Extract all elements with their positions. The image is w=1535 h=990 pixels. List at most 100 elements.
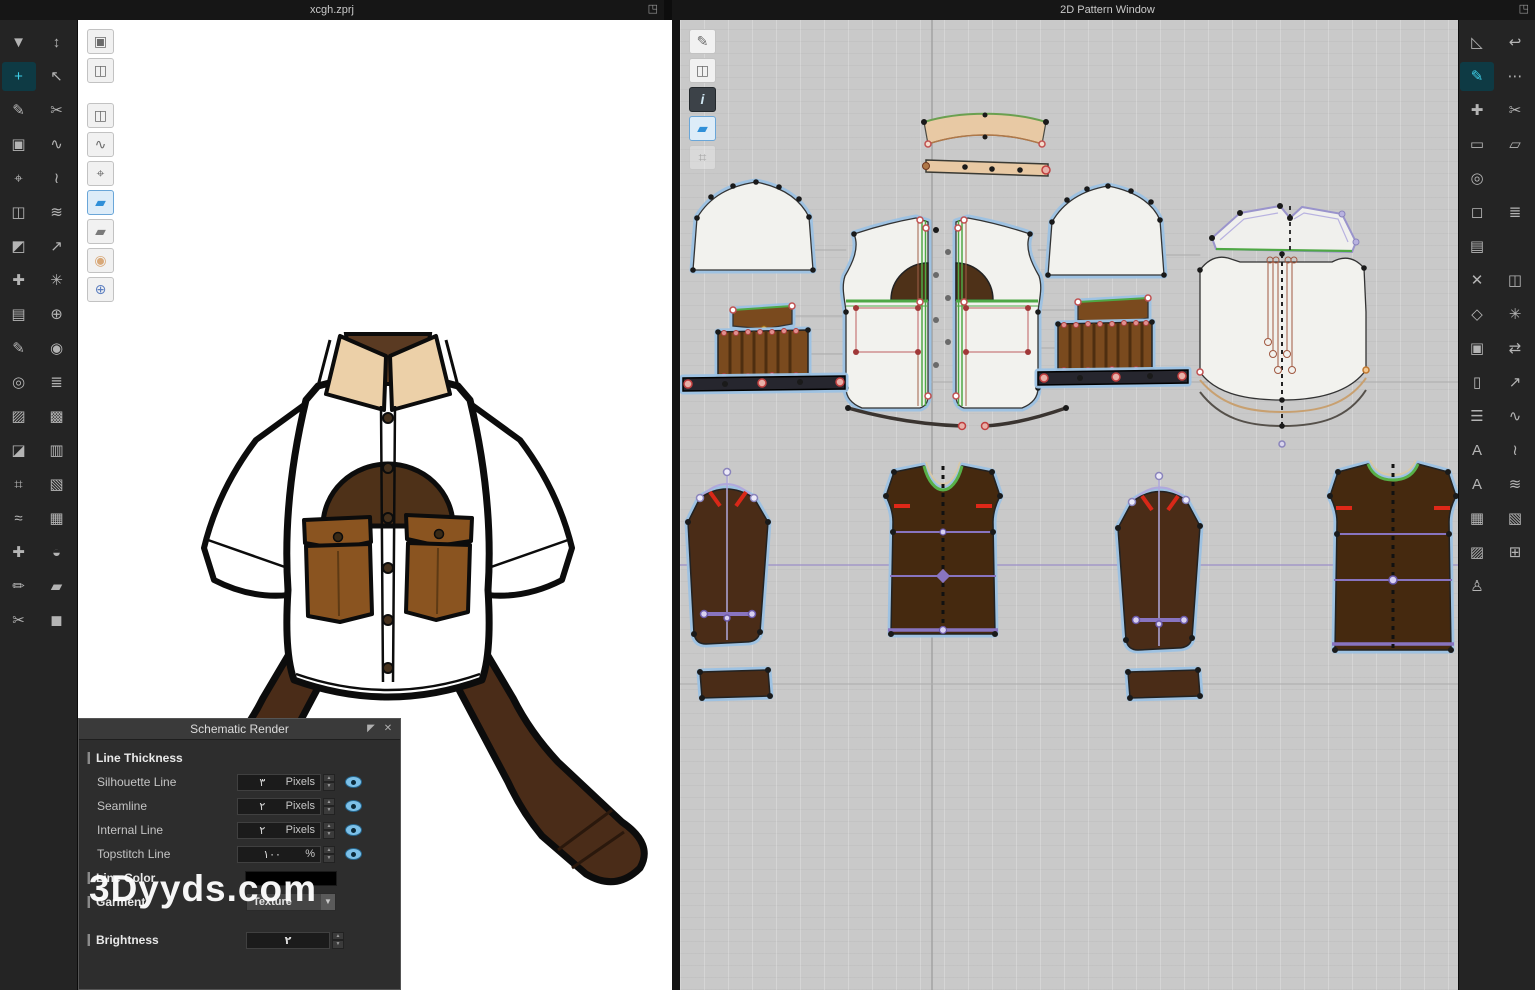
pick-move-icon[interactable]: ✚ <box>2 266 36 295</box>
select-move-icon[interactable]: + <box>2 62 36 91</box>
fit-window-icon[interactable]: ◫ <box>2 198 36 227</box>
swatch-icon[interactable]: ▰ <box>40 572 74 601</box>
tshirt-trace-icon[interactable]: ◫ <box>1498 266 1532 295</box>
shirring-icon[interactable]: ≋ <box>1498 470 1532 499</box>
sewing-detail-icon[interactable]: ≋ <box>40 198 74 227</box>
pattern-piece-back-yoke[interactable] <box>1209 203 1359 252</box>
fold-arrangement-icon[interactable]: ◩ <box>2 232 36 261</box>
silhouette-visibility-eye-icon[interactable] <box>345 776 362 788</box>
pattern-piece-pocket-right[interactable] <box>1055 319 1155 375</box>
undock-2d-icon[interactable]: ◳ <box>1519 2 1529 16</box>
fabric-dark-icon[interactable]: ▰ <box>87 219 114 244</box>
pin-icon[interactable]: ↗ <box>40 232 74 261</box>
edit-curvature-icon[interactable]: ✎ <box>1460 62 1494 91</box>
fabric-blue-icon[interactable]: ▰ <box>689 116 716 141</box>
measure-band-icon[interactable]: ▯ <box>1460 368 1494 397</box>
buttonhole-icon[interactable]: ◎ <box>2 368 36 397</box>
silhouette-line-stepper[interactable]: ▲▼ <box>323 774 335 791</box>
outline-pattern-icon[interactable]: ◻ <box>1460 198 1494 227</box>
sewing-free-icon[interactable]: ≀ <box>40 164 74 193</box>
schematic-render-titlebar[interactable]: Schematic Render ◤ ✕ <box>79 719 400 740</box>
animation-icon[interactable]: ↕ <box>40 28 74 57</box>
press-icon[interactable]: ◒ <box>40 538 74 567</box>
pattern-piece-sleeve-left[interactable] <box>685 469 771 645</box>
seamline-visibility-eye-icon[interactable] <box>345 800 362 812</box>
pattern-piece-band-right[interactable] <box>1038 370 1188 385</box>
brightness-input[interactable]: ۲ <box>246 932 330 949</box>
internal-line-input[interactable]: ۲ Pixels <box>237 822 321 839</box>
pattern-piece-cuff-right[interactable] <box>1125 667 1203 701</box>
flip-pattern-icon[interactable]: ⇄ <box>1498 334 1532 363</box>
transform-sketch-icon[interactable]: ◺ <box>1460 28 1494 57</box>
3d-viewport[interactable]: ▣◫◫∿⌖▰▰◉⊕ <box>78 20 672 990</box>
pattern-piece-sleeve-cap-left[interactable] <box>690 179 816 273</box>
arrange-points-icon[interactable]: ✳ <box>40 266 74 295</box>
curve-points-icon[interactable]: ∿ <box>1498 402 1532 431</box>
info-icon[interactable]: i <box>689 87 716 112</box>
pattern-piece-pocket-left[interactable] <box>715 327 811 381</box>
edit-sculpt-icon[interactable]: ✎ <box>2 96 36 125</box>
topstitch-line-input[interactable]: ۱۰۰ % <box>237 846 321 863</box>
2d-window-titlebar[interactable]: 2D Pattern Window ◳ <box>680 0 1535 20</box>
unfold-icon[interactable]: ↩ <box>1498 28 1532 57</box>
add-point-icon[interactable]: ✚ <box>1460 96 1494 125</box>
internal-line-visibility-eye-icon[interactable] <box>345 824 362 836</box>
avatar-head-icon[interactable]: ◉ <box>87 248 114 273</box>
export-pattern-icon[interactable]: ▱ <box>1498 130 1532 159</box>
ruler-icon[interactable]: ☰ <box>1460 402 1494 431</box>
colorway-icon[interactable]: ▦ <box>40 504 74 533</box>
snapshot-icon[interactable]: ◎ <box>1460 164 1494 193</box>
fabric-pattern-icon[interactable]: ▤ <box>1460 232 1494 261</box>
layers-icon[interactable]: ◪ <box>2 436 36 465</box>
brightness-stepper[interactable]: ▲▼ <box>332 932 344 949</box>
pattern-piece-cuff-left[interactable] <box>697 667 773 701</box>
flower-tool-icon[interactable]: ✳ <box>1498 300 1532 329</box>
pattern-piece-sleeve-right[interactable] <box>1115 473 1203 651</box>
texture-edit-icon[interactable]: ▧ <box>40 470 74 499</box>
show-avatar-eye-icon[interactable]: ⌖ <box>87 161 114 186</box>
close-icon[interactable]: ✕ <box>381 721 395 737</box>
sewing-edit-icon[interactable]: ∿ <box>40 130 74 159</box>
globe-icon[interactable]: ⊕ <box>87 277 114 302</box>
plaid-icon[interactable]: ⊞ <box>1498 538 1532 567</box>
fabric-kit-icon[interactable]: ▤ <box>2 300 36 329</box>
select-mesh-icon[interactable]: ↖ <box>40 62 74 91</box>
schematic-render-panel[interactable]: Schematic Render ◤ ✕ Line Thickness Silh… <box>78 718 401 990</box>
measure-icon[interactable]: ⌗ <box>2 470 36 499</box>
pattern-piece-back-body[interactable] <box>1197 251 1369 447</box>
pattern-piece-collar-stand[interactable] <box>923 160 1051 176</box>
fabric-blue-icon[interactable]: ▰ <box>87 190 114 215</box>
pattern-piece-band-left[interactable] <box>683 376 845 391</box>
steam-icon[interactable]: ≈ <box>2 504 36 533</box>
brush-icon[interactable]: ✏ <box>2 572 36 601</box>
silhouette-line-input[interactable]: ۳ Pixels <box>237 774 321 791</box>
puckering-icon[interactable]: ▩ <box>40 402 74 431</box>
show-seams-eye-icon[interactable]: ∿ <box>87 132 114 157</box>
topstitch-icon[interactable]: ▨ <box>2 402 36 431</box>
pattern-piece-front-left[interactable] <box>843 217 931 408</box>
pattern-piece-vest-back[interactable] <box>1327 460 1458 653</box>
rect-tool-icon[interactable]: ▣ <box>1460 334 1494 363</box>
trace-scissors-icon[interactable]: ✂ <box>1498 96 1532 125</box>
tack-avatar-icon[interactable]: ⌖ <box>2 164 36 193</box>
notch-icon[interactable]: ↗ <box>1498 368 1532 397</box>
button-icon[interactable]: ◉ <box>40 334 74 363</box>
font-style-icon[interactable]: A <box>1460 470 1494 499</box>
3d-window-titlebar[interactable]: xcgh.zprj ◳ <box>0 0 672 20</box>
garment-style-dropdown[interactable]: Texture ▼ <box>246 893 336 911</box>
needle-icon[interactable]: ✚ <box>2 538 36 567</box>
seamline-stepper[interactable]: ▲▼ <box>323 798 335 815</box>
scene-box-icon[interactable]: ▣ <box>87 29 114 54</box>
undock-3d-icon[interactable]: ◳ <box>648 2 658 16</box>
print-layout-icon[interactable]: ▨ <box>1460 538 1494 567</box>
internal-line-stepper[interactable]: ▲▼ <box>323 822 335 839</box>
scissors-icon[interactable]: ✂ <box>40 96 74 125</box>
seam-taping-icon[interactable]: ✕ <box>1460 266 1494 295</box>
elastic-icon[interactable]: ≀ <box>1498 436 1532 465</box>
show-garment-eye-icon[interactable]: ◫ <box>87 103 114 128</box>
line-color-swatch[interactable] <box>246 872 336 885</box>
wind-globe-icon[interactable]: ⊕ <box>40 300 74 329</box>
sewing-machine-icon[interactable]: ≣ <box>1498 198 1532 227</box>
2d-pattern-canvas[interactable]: ✎◫i▰⌗ <box>680 20 1458 990</box>
line-thickness-section[interactable]: Line Thickness <box>79 746 400 770</box>
